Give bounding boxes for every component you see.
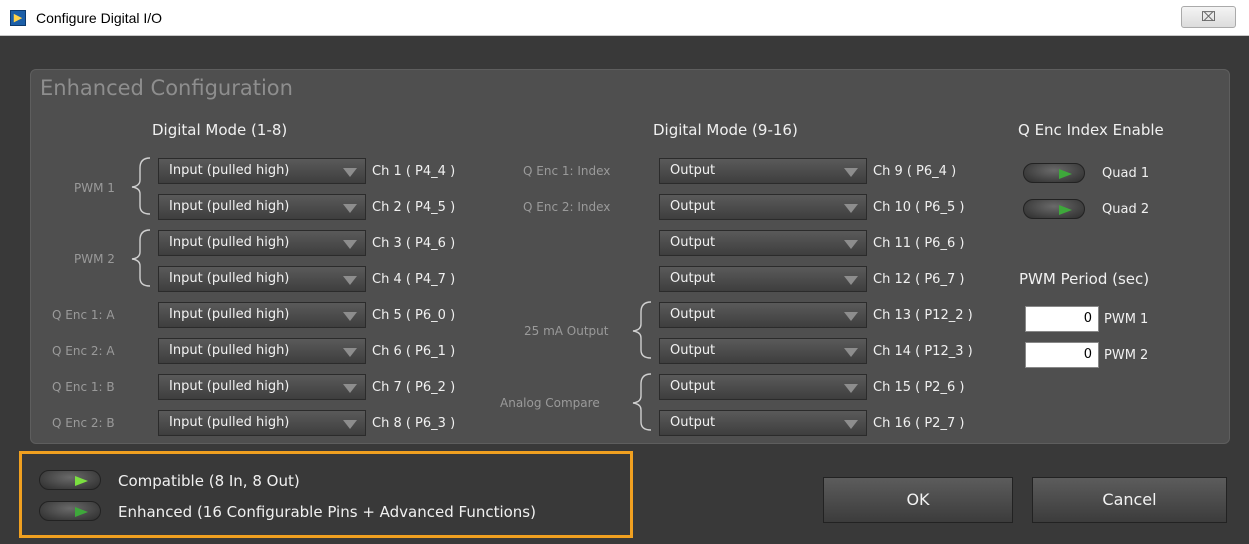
row-label: Q Enc 2: Index <box>523 200 611 214</box>
channel-label: Ch 7 ( P6_2 ) <box>372 380 456 395</box>
mode-dropdown-ch15[interactable]: Output <box>659 374 867 400</box>
group-label-pwm2: PWM 2 <box>74 252 115 266</box>
mode-dropdown-ch7[interactable]: Input (pulled high) <box>158 374 366 400</box>
app-icon: ▶ <box>10 10 26 26</box>
row-label: Q Enc 2: B <box>52 416 115 430</box>
chevron-down-icon <box>343 276 357 285</box>
row-label: Q Enc 2: A <box>52 344 115 358</box>
window-title: Configure Digital I/O <box>36 10 163 26</box>
channel-label: Ch 16 ( P2_7 ) <box>873 416 965 431</box>
row-label: Q Enc 1: B <box>52 380 115 394</box>
compatible-mode-toggle[interactable] <box>39 470 101 490</box>
mode-dropdown-ch1[interactable]: Input (pulled high) <box>158 158 366 184</box>
title-bar: ▶ Configure Digital I/O ⌧ <box>0 0 1249 36</box>
pwm1-period-label: PWM 1 <box>1104 312 1149 327</box>
mode-dropdown-ch5[interactable]: Input (pulled high) <box>158 302 366 328</box>
mode-dropdown-ch2[interactable]: Input (pulled high) <box>158 194 366 220</box>
brace-analog <box>632 373 652 431</box>
enhanced-mode-toggle[interactable] <box>39 501 101 521</box>
chevron-down-icon <box>844 312 858 321</box>
chevron-down-icon <box>343 348 357 357</box>
pwm-period-header: PWM Period (sec) <box>1019 270 1150 288</box>
channel-label: Ch 6 ( P6_1 ) <box>372 344 456 359</box>
chevron-down-icon <box>844 240 858 249</box>
chevron-down-icon <box>343 168 357 177</box>
channel-label: Ch 3 ( P4_6 ) <box>372 236 456 251</box>
chevron-down-icon <box>343 420 357 429</box>
channel-label: Ch 2 ( P4_5 ) <box>372 200 456 215</box>
brace-pwm2 <box>131 229 151 287</box>
brace-pwm1 <box>131 157 151 215</box>
mode-dropdown-ch16[interactable]: Output <box>659 410 867 436</box>
led-indicator-icon <box>1059 205 1072 215</box>
channel-label: Ch 1 ( P4_4 ) <box>372 164 456 179</box>
close-button[interactable]: ⌧ <box>1181 6 1236 28</box>
chevron-down-icon <box>343 384 357 393</box>
row-label: Q Enc 1: A <box>52 308 115 322</box>
led-indicator-icon <box>75 476 88 486</box>
chevron-down-icon <box>343 312 357 321</box>
chevron-down-icon <box>844 276 858 285</box>
pwm2-period-label: PWM 2 <box>1104 348 1149 363</box>
quad1-label: Quad 1 <box>1102 166 1150 181</box>
channel-label: Ch 5 ( P6_0 ) <box>372 308 456 323</box>
mode-dropdown-ch12[interactable]: Output <box>659 266 867 292</box>
chevron-down-icon <box>343 240 357 249</box>
chevron-down-icon <box>844 204 858 213</box>
channel-label: Ch 10 ( P6_5 ) <box>873 200 965 215</box>
left-section-header: Digital Mode (1-8) <box>152 121 288 139</box>
mode-dropdown-ch10[interactable]: Output <box>659 194 867 220</box>
channel-label: Ch 12 ( P6_7 ) <box>873 272 965 287</box>
row-label: Q Enc 1: Index <box>523 164 611 178</box>
led-indicator-icon <box>75 507 88 517</box>
qenc-header: Q Enc Index Enable <box>1018 121 1164 139</box>
chevron-down-icon <box>343 204 357 213</box>
channel-label: Ch 13 ( P12_2 ) <box>873 308 973 323</box>
quad2-label: Quad 2 <box>1102 202 1150 217</box>
chevron-down-icon <box>844 384 858 393</box>
mode-dropdown-ch13[interactable]: Output <box>659 302 867 328</box>
pwm2-period-input[interactable]: 0 <box>1025 342 1099 368</box>
brace-25ma <box>632 301 652 359</box>
mode-dropdown-ch4[interactable]: Input (pulled high) <box>158 266 366 292</box>
channel-label: Ch 11 ( P6_6 ) <box>873 236 965 251</box>
mode-dropdown-ch6[interactable]: Input (pulled high) <box>158 338 366 364</box>
quad1-toggle[interactable] <box>1023 163 1085 183</box>
cancel-button[interactable]: Cancel <box>1032 477 1227 523</box>
chevron-down-icon <box>844 420 858 429</box>
channel-label: Ch 8 ( P6_3 ) <box>372 416 456 431</box>
mode-selection-box <box>19 451 633 538</box>
chevron-down-icon <box>844 168 858 177</box>
right-section-header: Digital Mode (9-16) <box>653 121 798 139</box>
mode-dropdown-ch14[interactable]: Output <box>659 338 867 364</box>
channel-label: Ch 14 ( P12_3 ) <box>873 344 973 359</box>
group-label-25ma: 25 mA Output <box>524 324 609 338</box>
group-label-analog: Analog Compare <box>500 396 600 410</box>
mode-dropdown-ch3[interactable]: Input (pulled high) <box>158 230 366 256</box>
led-indicator-icon <box>1059 169 1072 179</box>
channel-label: Ch 4 ( P4_7 ) <box>372 272 456 287</box>
mode-dropdown-ch8[interactable]: Input (pulled high) <box>158 410 366 436</box>
panel-title: Enhanced Configuration <box>40 76 293 100</box>
channel-label: Ch 9 ( P6_4 ) <box>873 164 957 179</box>
channel-label: Ch 15 ( P2_6 ) <box>873 380 965 395</box>
chevron-down-icon <box>844 348 858 357</box>
enhanced-mode-label: Enhanced (16 Configurable Pins + Advance… <box>118 503 536 521</box>
mode-dropdown-ch9[interactable]: Output <box>659 158 867 184</box>
compatible-mode-label: Compatible (8 In, 8 Out) <box>118 472 300 490</box>
ok-button[interactable]: OK <box>823 477 1013 523</box>
mode-dropdown-ch11[interactable]: Output <box>659 230 867 256</box>
pwm1-period-input[interactable]: 0 <box>1025 306 1099 332</box>
quad2-toggle[interactable] <box>1023 199 1085 219</box>
group-label-pwm1: PWM 1 <box>74 181 115 195</box>
